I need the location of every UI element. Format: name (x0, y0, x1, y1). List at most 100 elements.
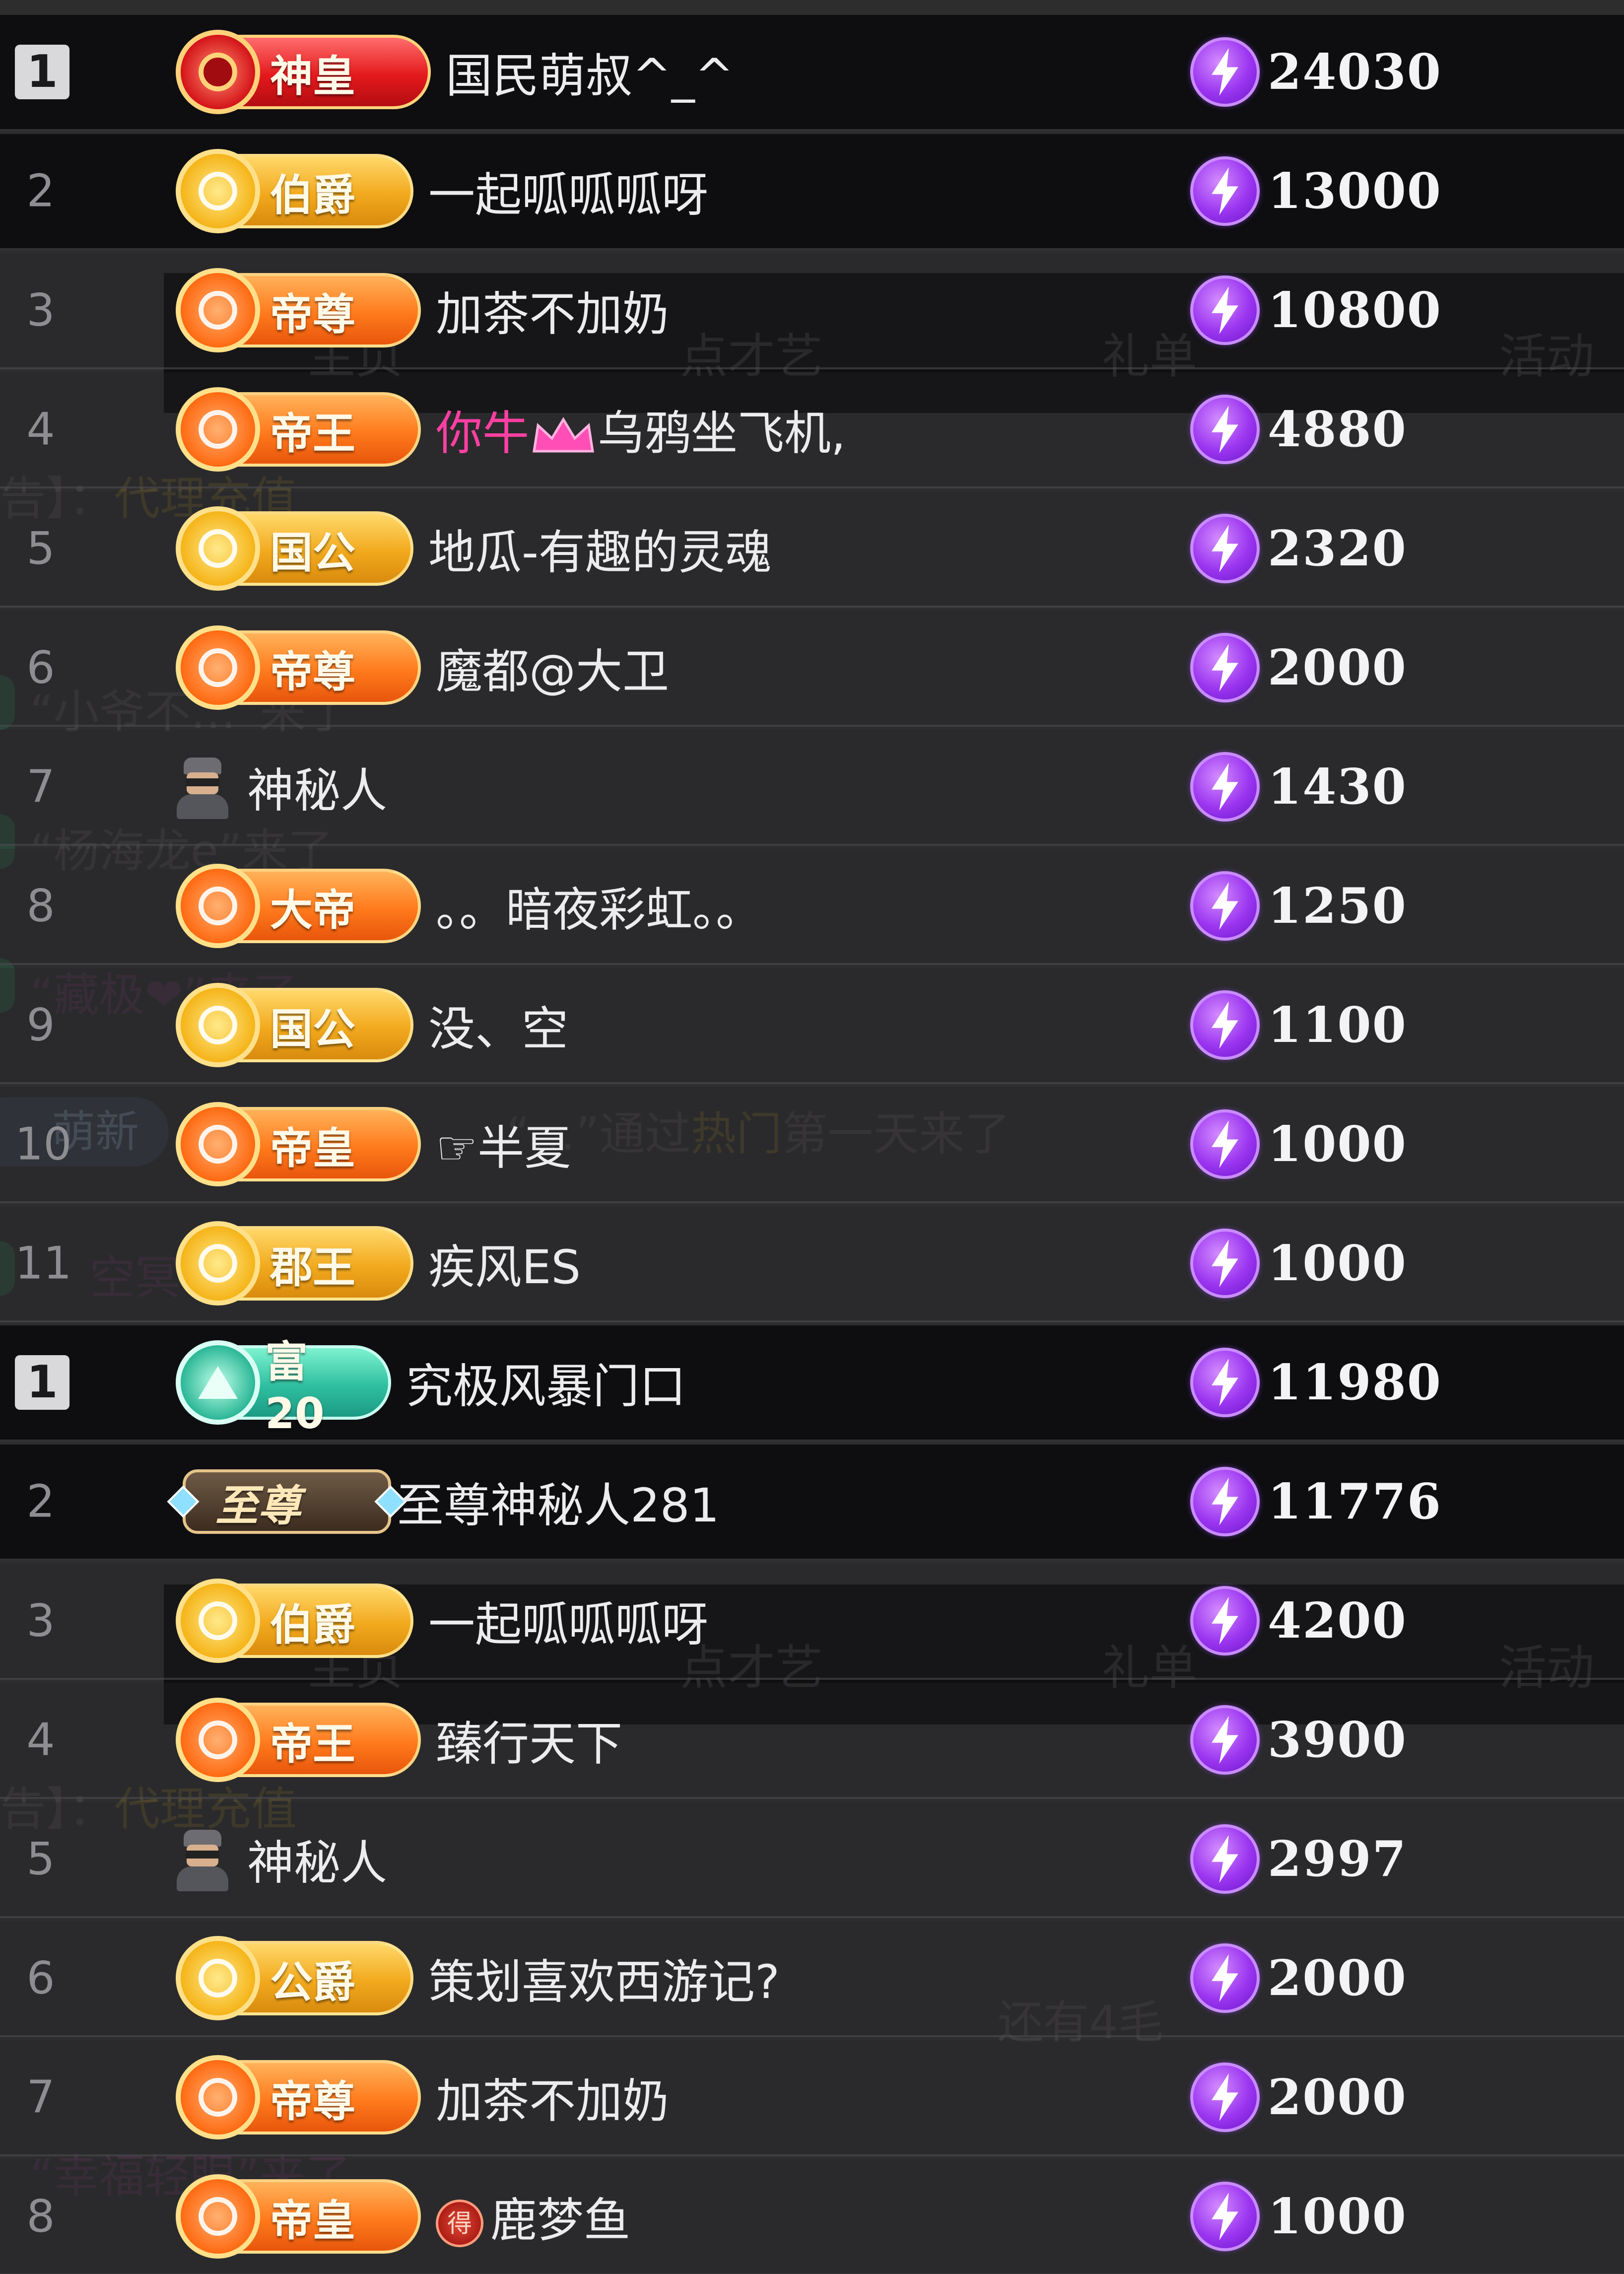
gift-amount: 2320 (1190, 514, 1407, 583)
leaderboard-row[interactable]: 8 帝皇 得鹿梦鱼 1000 (0, 2159, 1624, 2274)
rank-number: 1 (15, 45, 69, 99)
leaderboard-row[interactable]: 6 公爵 策划喜欢西游记? 2000 (0, 1921, 1624, 2037)
purple-lightning-coin-icon (1190, 395, 1260, 464)
medal-badge-icon (176, 30, 260, 114)
amount-value: 10800 (1268, 281, 1442, 339)
rank-number: 6 (26, 641, 55, 694)
gift-amount: 2000 (1190, 2063, 1407, 2132)
purple-lightning-coin-icon (1190, 633, 1260, 702)
medal-badge-icon (176, 864, 260, 948)
purple-lightning-coin-icon (1190, 752, 1260, 822)
user-name-text: 策划喜欢西游记? (428, 1955, 780, 2009)
rank-number: 5 (26, 1833, 55, 1885)
user-name[interactable]: 神秘人 (247, 753, 387, 821)
user-name[interactable]: 臻行天下 (436, 1706, 622, 1774)
user-name-text: 神秘人 (247, 1836, 388, 1890)
amount-value: 2000 (1268, 1949, 1407, 2007)
amount-value: 4200 (1268, 1592, 1407, 1650)
user-name[interactable]: 魔都@大卫 (436, 634, 669, 701)
leaderboard-row[interactable]: 2 至尊 至尊神秘人281 11776 (0, 1445, 1624, 1561)
user-name-text: 没、空 (428, 1002, 569, 1056)
amount-value: 11776 (1268, 1473, 1442, 1530)
user-name[interactable]: 你牛 乌鸦坐飞机, (436, 396, 846, 463)
badge-label: 帝王 (270, 1719, 355, 1769)
rank-badge: 伯爵 (176, 1579, 413, 1663)
leaderboard-row[interactable]: 7 神秘人 1430 (0, 730, 1624, 846)
user-name[interactable]: 策划喜欢西游记? (428, 1944, 780, 2012)
leaderboard-row[interactable]: 8 大帝 。。暗夜彩虹。。 1250 (0, 849, 1624, 965)
purple-lightning-coin-icon (1190, 156, 1260, 226)
leaderboard-row[interactable]: 7 帝尊 加茶不加奶 2000 (0, 2040, 1624, 2156)
user-name-text: 疾风ES (428, 1240, 581, 1295)
medal-badge-icon (176, 1936, 260, 2020)
leaderboard-row[interactable]: 4 帝王 臻行天下 3900 (0, 1683, 1624, 1799)
mystery-man-avatar-icon (173, 755, 232, 819)
gift-amount: 11776 (1190, 1467, 1442, 1536)
user-name[interactable]: 究极风暴门口 (406, 1349, 686, 1416)
amount-value: 2000 (1268, 639, 1407, 696)
user-name-text: 神秘人 (247, 764, 388, 818)
leaderboard-row[interactable]: 3 帝尊 加茶不加奶 10800 (0, 253, 1624, 369)
leaderboard-row[interactable]: 1 富20 究极风暴门口 11980 (0, 1325, 1624, 1442)
user-name[interactable]: 至尊神秘人281 (397, 1468, 719, 1535)
medal-badge-icon (176, 149, 260, 233)
rank-badge: 大帝 (176, 864, 421, 948)
gift-amount: 13000 (1190, 156, 1442, 226)
amount-value: 13000 (1268, 162, 1442, 220)
badge-label: 大帝 (270, 885, 355, 935)
badge-label: 帝尊 (270, 2076, 355, 2127)
amount-value: 1000 (1268, 1235, 1407, 1292)
purple-lightning-coin-icon (1190, 1348, 1260, 1417)
user-name-pink: 你牛 (436, 407, 530, 461)
user-name-text: 鹿梦鱼 (490, 2194, 631, 2248)
user-name[interactable]: 加茶不加奶 (436, 276, 669, 344)
gift-amount: 1000 (1190, 1109, 1407, 1179)
user-name[interactable]: 神秘人 (247, 1825, 387, 1893)
rank-number: 2 (26, 165, 55, 217)
user-name-text: 一起呱呱呱呀 (428, 168, 709, 222)
rank-badge: 帝王 (176, 1698, 421, 1782)
leaderboard-row[interactable]: 10 帝皇 ☞半夏 1000 (0, 1087, 1624, 1203)
badge-label: 国公 (270, 1004, 355, 1054)
leaderboard-row[interactable]: 5 神秘人 2997 (0, 1802, 1624, 1918)
user-name[interactable]: 没、空 (428, 991, 568, 1059)
user-name[interactable]: 国民萌叔^_^ (446, 38, 734, 106)
purple-lightning-coin-icon (1190, 276, 1260, 345)
user-name[interactable]: 得鹿梦鱼 (436, 2183, 630, 2250)
leaderboard-row[interactable]: 6 帝尊 魔都@大卫 2000 (0, 611, 1624, 727)
leaderboard-row[interactable]: 3 伯爵 一起呱呱呱呀 4200 (0, 1564, 1624, 1680)
user-name[interactable]: 一起呱呱呱呀 (428, 1587, 708, 1654)
leaderboard-row[interactable]: 9 国公 没、空 1100 (0, 968, 1624, 1084)
leaderboard-row[interactable]: 2 伯爵 一起呱呱呱呀 13000 (0, 134, 1624, 250)
user-name[interactable]: 加茶不加奶 (436, 2064, 669, 2131)
amount-value: 4880 (1268, 401, 1407, 458)
amount-value: 1250 (1268, 877, 1407, 935)
rank-badge: 富20 (176, 1337, 391, 1439)
purple-lightning-coin-icon (1190, 514, 1260, 583)
amount-value: 2320 (1268, 520, 1407, 577)
leaderboard-row[interactable]: 5 国公 地瓜-有趣的灵魂 2320 (0, 491, 1624, 608)
user-name[interactable]: 疾风ES (428, 1230, 581, 1297)
user-name[interactable]: ☞半夏 (436, 1110, 571, 1178)
rank-badge: 帝王 (176, 387, 421, 472)
user-name[interactable]: 地瓜-有趣的灵魂 (428, 515, 772, 582)
rank-badge: 国公 (176, 983, 413, 1067)
leaderboard-row[interactable]: 1 神皇 国民萌叔^_^ 24030 (0, 15, 1624, 131)
badge-label: 帝皇 (270, 2196, 355, 2246)
gift-amount: 4200 (1190, 1586, 1407, 1655)
medal-badge-icon (176, 1698, 260, 1782)
purple-lightning-coin-icon (1190, 1824, 1260, 1894)
purple-lightning-coin-icon (1190, 1586, 1260, 1655)
leaderboard-row[interactable]: 4 帝王 你牛 乌鸦坐飞机, 4880 (0, 372, 1624, 488)
badge-label: 国公 (270, 528, 355, 578)
rank-number: 6 (26, 1952, 55, 2004)
badge-label: 神皇 (270, 51, 355, 101)
leaderboard-row[interactable]: 11 郡王 疾风ES 1000 (0, 1206, 1624, 1322)
user-name-text: 加茶不加奶 (436, 287, 670, 342)
user-name[interactable]: 一起呱呱呱呀 (428, 157, 708, 225)
user-name[interactable]: 。。暗夜彩虹。。 (436, 872, 762, 940)
rank-badge: 帝尊 (176, 625, 421, 710)
diamond-icon (167, 1485, 200, 1518)
rank-number: 4 (26, 403, 55, 456)
badge-label: 郡王 (270, 1242, 355, 1293)
